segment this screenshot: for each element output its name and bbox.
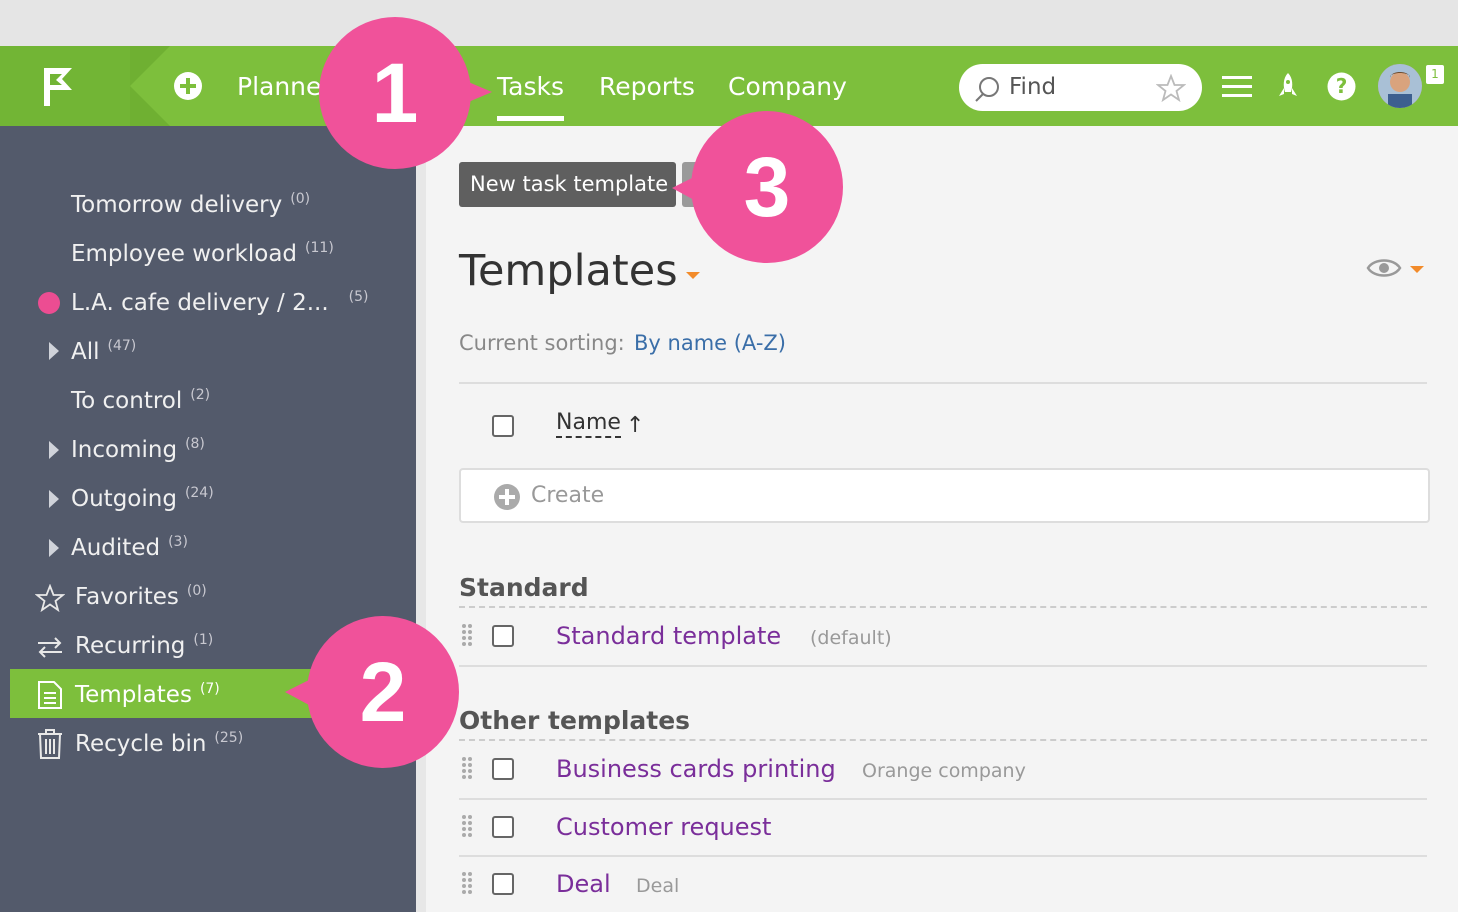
sidebar-item-all[interactable]: All (47) — [71, 338, 136, 365]
callout-2: 2 — [307, 616, 459, 768]
sidebar-item-audited[interactable]: Audited (3) — [71, 534, 188, 561]
add-icon — [494, 484, 520, 510]
divider — [459, 665, 1427, 667]
section-title: Other templates — [459, 706, 691, 735]
create-label: Create — [531, 483, 605, 508]
title-dropdown-icon[interactable] — [686, 272, 700, 279]
template-link[interactable]: Business cards printing — [556, 755, 836, 783]
section-divider — [459, 606, 1427, 608]
template-note: (default) — [810, 627, 892, 649]
row-checkbox[interactable] — [492, 816, 514, 838]
menu-icon[interactable] — [1222, 76, 1252, 98]
divider — [459, 382, 1427, 384]
page-title: Templates — [459, 246, 678, 296]
nav-planner[interactable]: Planne — [237, 72, 321, 101]
nav-tasks[interactable]: Tasks — [497, 72, 564, 101]
notification-badge[interactable]: 1 — [1426, 65, 1444, 84]
expand-arrow-icon[interactable] — [49, 490, 59, 508]
sidebar-item-to-control[interactable]: To control (2) — [71, 387, 210, 414]
callout-1: 1 — [319, 17, 471, 169]
rocket-icon[interactable] — [1276, 72, 1300, 102]
sidebar-item-employee-workload[interactable]: Employee workload (11) — [71, 240, 334, 267]
drag-handle-icon[interactable] — [461, 623, 473, 647]
row-checkbox[interactable] — [492, 758, 514, 780]
logo-icon[interactable] — [0, 46, 170, 126]
sidebar-item-recycle-bin[interactable]: Recycle bin (25) — [75, 730, 243, 757]
divider — [459, 798, 1427, 800]
search-placeholder: Find — [1009, 74, 1057, 100]
svg-text:?: ? — [1336, 74, 1348, 98]
template-note: Orange company — [862, 760, 1026, 782]
star-icon[interactable] — [1156, 74, 1186, 102]
template-link[interactable]: Customer request — [556, 813, 771, 841]
sidebar-item-favorites[interactable]: Favorites (0) — [75, 583, 207, 610]
help-icon[interactable]: ? — [1327, 72, 1356, 101]
sidebar-item-tomorrow-delivery[interactable]: Tomorrow delivery (0) — [71, 191, 310, 218]
search-icon — [975, 77, 999, 102]
sidebar-item-outgoing[interactable]: Outgoing (24) — [71, 485, 214, 512]
drag-handle-icon[interactable] — [461, 756, 473, 780]
nav-reports[interactable]: Reports — [599, 72, 695, 101]
add-icon[interactable] — [173, 71, 203, 101]
drag-handle-icon[interactable] — [461, 871, 473, 895]
drag-handle-icon[interactable] — [461, 814, 473, 838]
sorting-value-link[interactable]: By name (A-Z) — [634, 331, 786, 355]
window-top-strip — [0, 0, 1458, 46]
nav-active-indicator — [497, 116, 564, 121]
recurring-icon — [38, 637, 62, 658]
new-task-template-button[interactable]: New task template — [459, 162, 676, 207]
template-link[interactable]: Deal — [556, 870, 611, 898]
select-all-checkbox[interactable] — [492, 415, 514, 437]
sidebar-item-recurring[interactable]: Recurring (1) — [75, 632, 213, 659]
trash-icon — [38, 729, 62, 759]
project-color-dot — [38, 292, 60, 314]
sorting-label: Current sorting: — [459, 331, 625, 355]
section-title: Standard — [459, 573, 589, 602]
eye-icon[interactable] — [1366, 256, 1402, 280]
sort-arrow-icon: ↑ — [626, 413, 645, 438]
star-icon — [35, 584, 65, 612]
sidebar-item-templates[interactable]: Templates (7) — [75, 681, 220, 708]
template-note: Deal — [636, 875, 680, 897]
section-divider — [459, 739, 1427, 741]
avatar[interactable] — [1378, 64, 1422, 108]
row-checkbox[interactable] — [492, 625, 514, 647]
sidebar-item-la-cafe-delivery[interactable]: L.A. cafe delivery / 2... (5) — [71, 289, 369, 316]
row-checkbox[interactable] — [492, 873, 514, 895]
expand-arrow-icon[interactable] — [49, 441, 59, 459]
nav-company[interactable]: Company — [728, 72, 847, 101]
divider — [459, 855, 1427, 857]
expand-arrow-icon[interactable] — [49, 539, 59, 557]
view-dropdown-icon[interactable] — [1410, 266, 1424, 273]
template-link[interactable]: Standard template — [556, 622, 781, 650]
expand-arrow-icon[interactable] — [49, 342, 59, 360]
callout-3: 3 — [691, 111, 843, 263]
sidebar-item-incoming[interactable]: Incoming (8) — [71, 436, 205, 463]
document-icon — [38, 681, 62, 709]
column-header-name[interactable]: Name — [556, 410, 621, 438]
create-row[interactable] — [459, 468, 1430, 523]
